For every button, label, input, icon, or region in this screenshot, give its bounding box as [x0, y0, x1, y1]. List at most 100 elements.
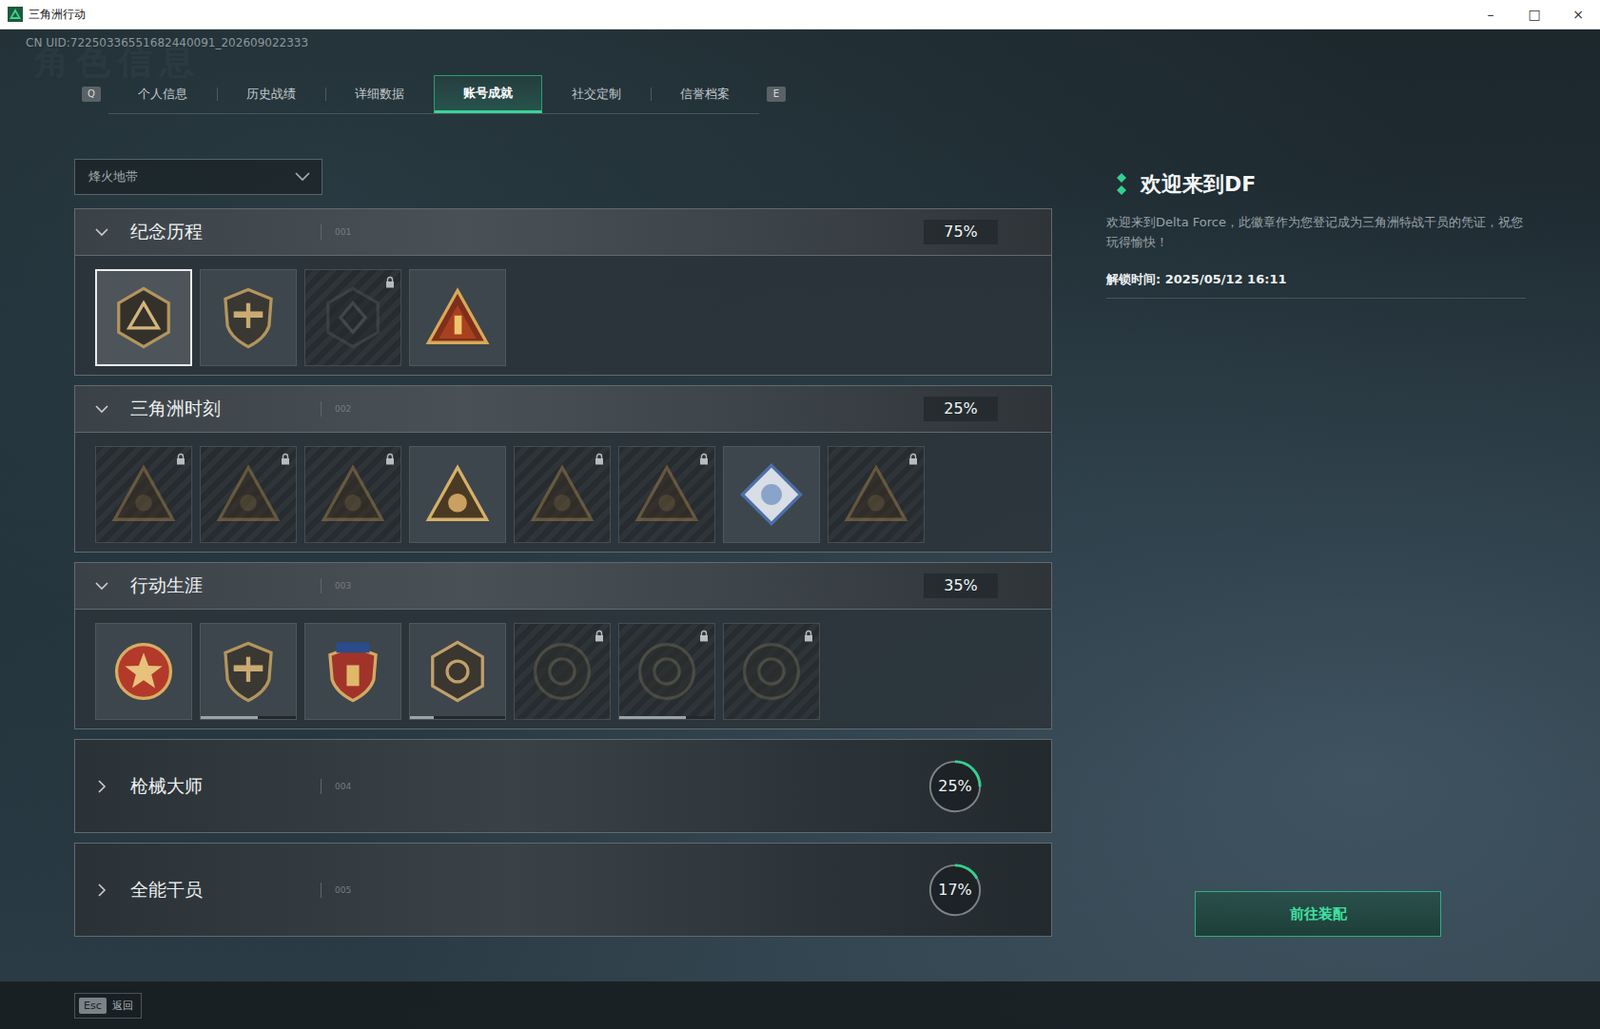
detail-title: 欢迎来到DF: [1140, 170, 1256, 199]
tab[interactable]: 历史战绩: [216, 75, 326, 114]
equip-button[interactable]: 前往装配: [1194, 891, 1442, 937]
achievement-badge[interactable]: [199, 269, 297, 367]
footer-bar: Esc返回: [0, 981, 1600, 1029]
badge-grid: [75, 432, 1052, 552]
badge-emblem-icon: [110, 638, 177, 705]
achievement-badge[interactable]: [618, 446, 716, 544]
section-index: 001: [334, 227, 352, 237]
tab-label: 个人信息: [137, 85, 188, 103]
achievement-badge[interactable]: [722, 446, 820, 544]
section-divider: [320, 401, 322, 417]
badge-emblem-icon: [528, 638, 596, 705]
chevron-right-icon: [94, 779, 110, 795]
badge-emblem-icon: [633, 461, 701, 528]
tab[interactable]: 详细数据: [325, 75, 434, 114]
section-header[interactable]: 行动生涯00335%: [75, 563, 1052, 610]
lock-icon: [594, 629, 605, 643]
badge-emblem-icon: [424, 284, 491, 352]
section-index: 004: [334, 781, 352, 792]
achievement-section: 纪念历程00175%: [74, 208, 1053, 376]
section-index: 005: [334, 885, 352, 896]
badge-emblem-icon: [424, 638, 491, 705]
mode-dropdown-value: 烽火地带: [88, 168, 138, 186]
achievement-badge[interactable]: [304, 623, 402, 721]
section-divider: [320, 578, 322, 594]
section-index: 002: [334, 404, 352, 414]
lock-icon: [385, 452, 395, 466]
app-logo-icon: [7, 6, 23, 22]
badge-emblem-icon: [214, 284, 282, 352]
section-header[interactable]: 全能干员00517%: [75, 843, 1052, 937]
achievement-badge[interactable]: [95, 446, 193, 544]
section-index: 003: [334, 581, 352, 591]
section-header[interactable]: 三角洲时刻 002 25%: [75, 386, 1052, 433]
chevron-down-icon: [94, 578, 110, 594]
lock-icon: [699, 629, 709, 643]
achievement-badge[interactable]: [304, 269, 402, 367]
badge-detail-panel: 欢迎来到DF 欢迎来到Delta Force，此徽章作为您登记成为三角洲特战干员的…: [1106, 158, 1526, 937]
window-control-button[interactable]: □: [1512, 0, 1557, 29]
tab-label: 信誉档案: [680, 85, 730, 103]
prev-tab-key[interactable]: Q: [81, 86, 101, 102]
achievement-badge[interactable]: [95, 269, 193, 367]
achievement-section: 枪械大师 004 25%: [74, 739, 1053, 834]
badge-progress-fill: [409, 716, 434, 720]
lock-icon: [280, 452, 291, 466]
tab-separator: [216, 87, 218, 101]
achievement-badge[interactable]: [199, 446, 297, 544]
achievement-section: 全能干员00517%: [74, 842, 1053, 937]
achievement-badge[interactable]: [513, 446, 611, 544]
chevron-down-icon: [94, 401, 110, 417]
tab-bar: Q 个人信息 历史战绩 详细数据 账号成就 社交定制 信誉档案 E: [74, 75, 1600, 114]
tabs: 个人信息 历史战绩 详细数据 账号成就 社交定制 信誉档案: [108, 75, 760, 115]
section-progress-ring: 17%: [925, 860, 985, 920]
chevron-down-icon: [294, 172, 311, 182]
section-title: 枪械大师: [130, 774, 321, 800]
tab-label: 账号成就: [463, 84, 513, 102]
achievement-badge[interactable]: [827, 446, 925, 544]
achievement-badge[interactable]: [409, 623, 507, 721]
achievement-badge[interactable]: [95, 623, 193, 721]
tab-label: 历史战绩: [246, 85, 296, 103]
badge-emblem-icon: [738, 461, 805, 528]
lock-icon: [908, 452, 918, 466]
detail-divider: [1106, 297, 1526, 299]
section-progress: 75%: [923, 219, 998, 245]
badge-progress-fill: [200, 716, 258, 720]
badge-progress-bar: [619, 716, 715, 720]
achievement-badge[interactable]: [513, 623, 611, 721]
mode-dropdown[interactable]: 烽火地带: [74, 158, 323, 196]
achievement-list: 烽火地带纪念历程00175%三角洲时刻00225%行动生涯00335%枪械大师0…: [74, 158, 1053, 937]
back-button[interactable]: Esc返回: [74, 993, 142, 1019]
achievement-badge[interactable]: [409, 269, 507, 367]
window-title: 三角洲行动: [28, 6, 86, 23]
badge-emblem-icon: [214, 461, 282, 528]
badge-emblem-icon: [319, 638, 387, 705]
section-progress: 25%: [925, 777, 985, 796]
section-header[interactable]: 纪念历程00175%: [75, 209, 1052, 256]
chevron-down-icon: [94, 224, 110, 240]
tab[interactable]: 账号成就: [433, 75, 543, 114]
badge-emblem-icon: [319, 284, 387, 352]
tab[interactable]: 社交定制: [542, 75, 651, 114]
achievement-badge[interactable]: [304, 446, 402, 544]
badge-emblem-icon: [633, 638, 701, 705]
detail-description: 欢迎来到Delta Force，此徽章作为您登记成为三角洲特战干员的凭证，祝您玩…: [1106, 212, 1526, 253]
lock-icon: [803, 629, 814, 643]
section-title: 三角洲时刻: [130, 396, 321, 422]
achievement-badge[interactable]: [199, 623, 297, 721]
tab[interactable]: 个人信息: [108, 75, 217, 114]
section-divider: [320, 882, 322, 898]
section-header[interactable]: 枪械大师 004 25%: [75, 740, 1052, 833]
achievement-badge[interactable]: [618, 623, 716, 721]
badge-emblem-icon: [842, 461, 910, 528]
window-control-button[interactable]: ×: [1556, 0, 1600, 29]
window-control-button[interactable]: –: [1468, 0, 1513, 29]
section-progress: 25%: [923, 396, 998, 422]
tab[interactable]: 信誉档案: [650, 75, 760, 114]
achievement-badge[interactable]: [409, 446, 507, 544]
achievement-badge[interactable]: [722, 623, 820, 721]
next-tab-key[interactable]: E: [766, 86, 786, 102]
lock-icon: [594, 452, 605, 466]
tab-separator: [325, 87, 327, 101]
